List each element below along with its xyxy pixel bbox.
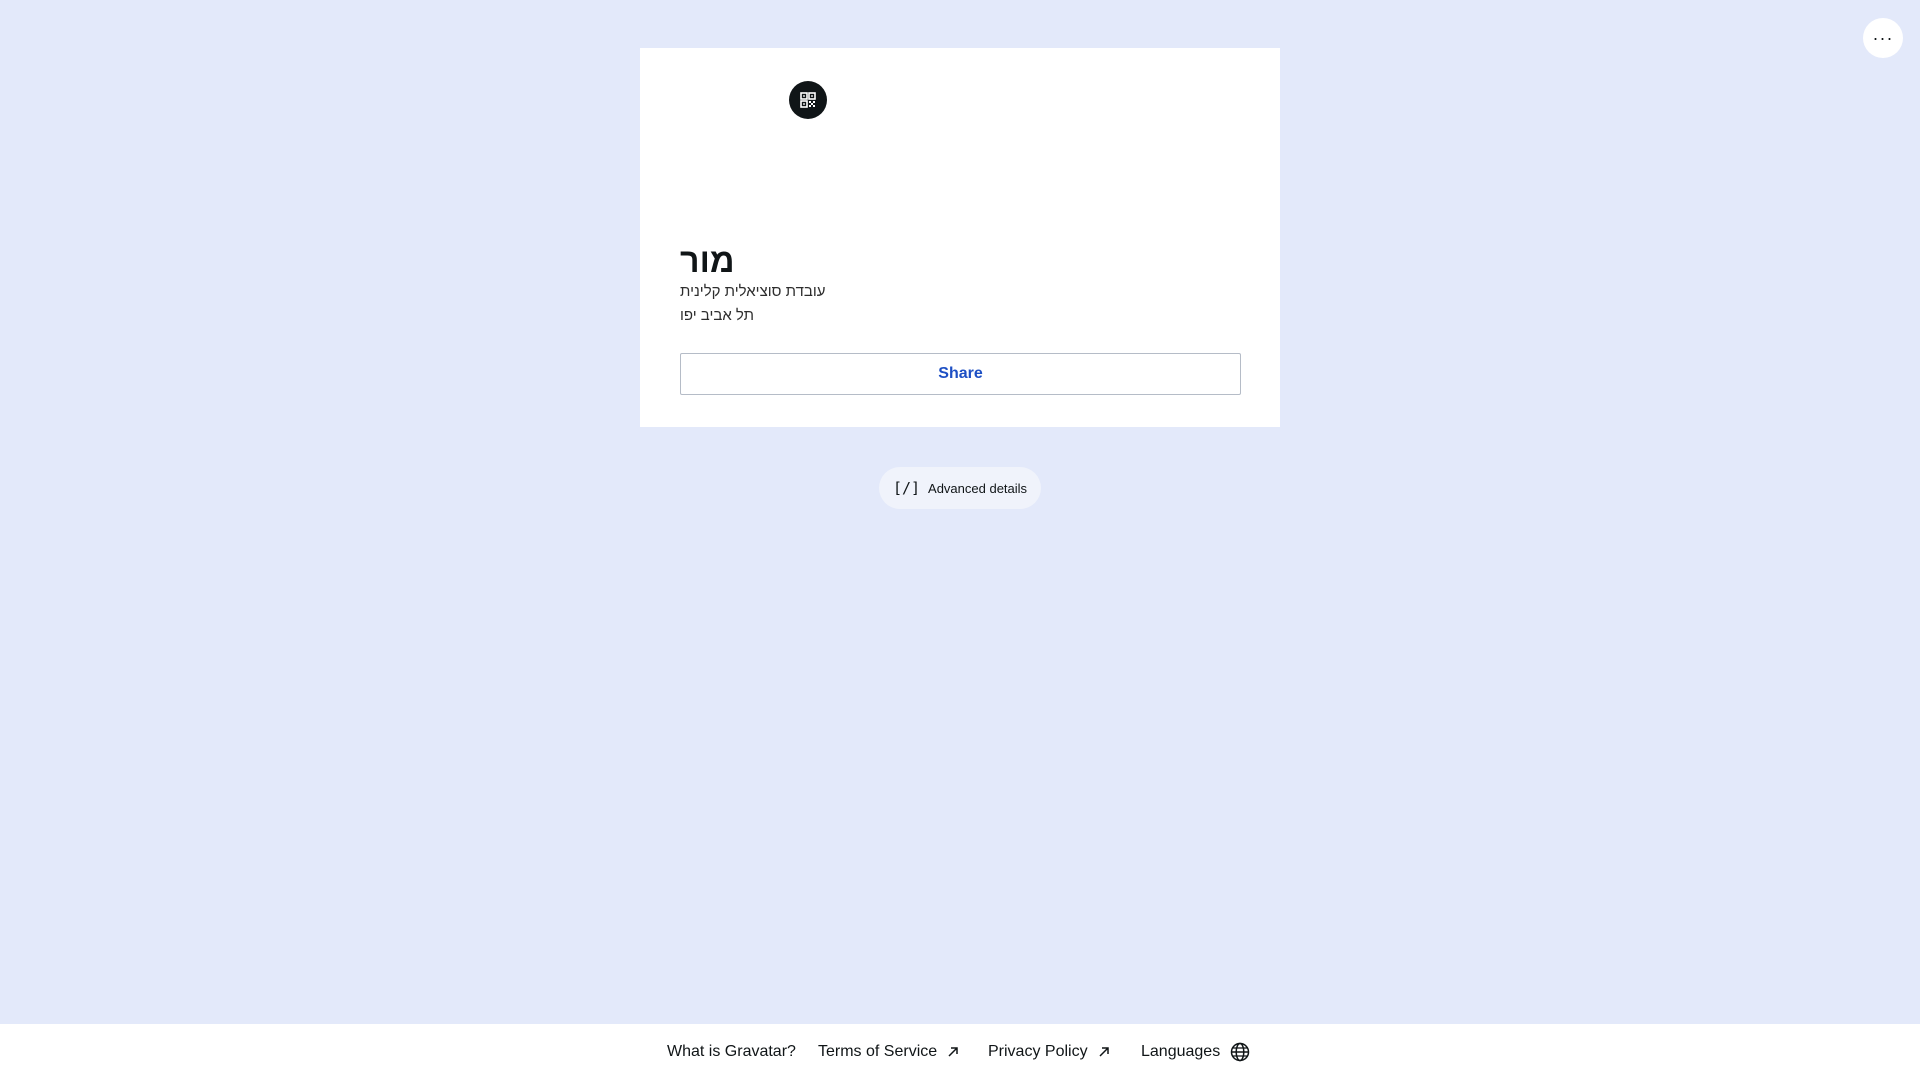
footer-link-terms-of-service[interactable]: Terms of Service <box>818 1042 959 1062</box>
globe-icon <box>1230 1042 1250 1062</box>
footer-link-privacy-policy[interactable]: Privacy Policy <box>988 1042 1110 1062</box>
footer-link-what-is-gravatar[interactable]: What is Gravatar? <box>667 1042 796 1062</box>
footer-link-label: Languages <box>1141 1043 1221 1060</box>
footer-link-label: Privacy Policy <box>988 1043 1088 1060</box>
more-options-button[interactable]: ··· <box>1863 18 1903 58</box>
ellipsis-icon: ··· <box>1872 28 1894 48</box>
advanced-details-button[interactable]: [/] Advanced details <box>879 467 1041 509</box>
qr-code-icon <box>800 92 816 108</box>
profile-name: מור <box>680 242 735 280</box>
qr-code-button[interactable] <box>789 81 827 119</box>
footer-link-label: What is Gravatar? <box>667 1043 796 1060</box>
profile-card: מור עובדת סוציאלית קלינית תל אביב יפו Sh… <box>640 48 1280 427</box>
external-arrow-icon <box>1099 1047 1109 1057</box>
footer-link-label: Terms of Service <box>818 1043 938 1060</box>
footer-link-languages[interactable]: Languages <box>1141 1042 1250 1062</box>
profile-job-title: עובדת סוציאלית קלינית <box>680 283 826 300</box>
code-brackets-icon: [/] <box>892 479 921 497</box>
profile-location: תל אביב יפו <box>680 307 754 324</box>
external-arrow-icon <box>948 1047 958 1057</box>
footer: What is Gravatar? Terms of Service Priva… <box>0 1024 1920 1080</box>
share-button[interactable]: Share <box>680 353 1241 395</box>
advanced-details-label: Advanced details <box>928 480 1028 496</box>
